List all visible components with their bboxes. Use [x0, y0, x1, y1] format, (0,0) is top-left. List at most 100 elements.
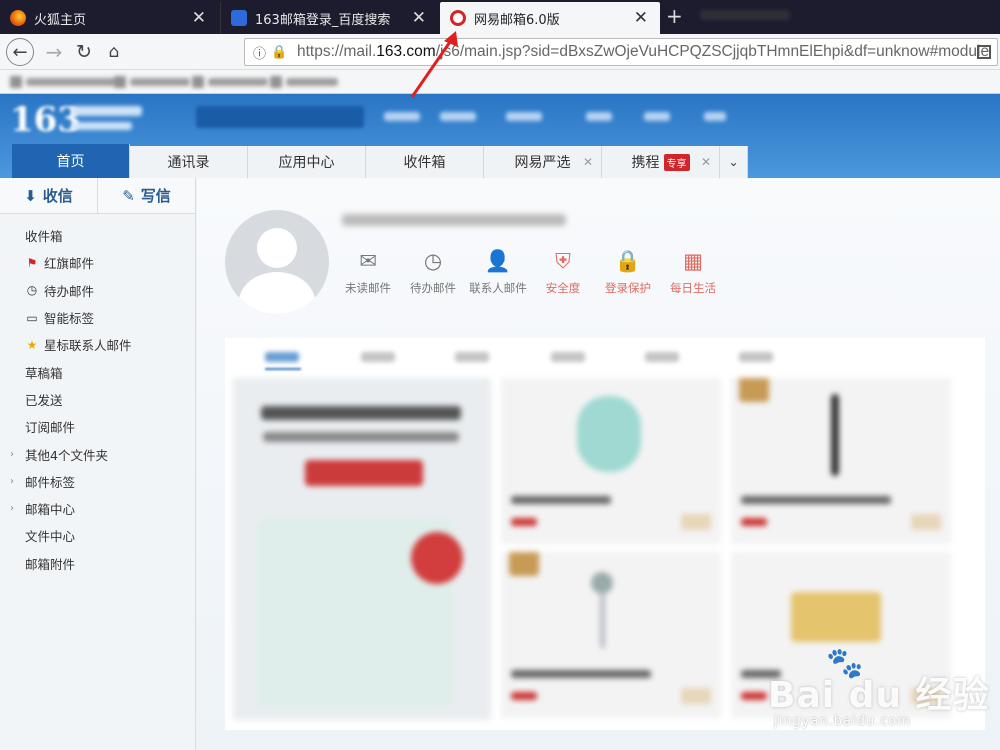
product-tile-showerhead[interactable] — [501, 552, 721, 718]
tag-icon: ▭ — [26, 310, 38, 325]
mail-header: 163 首页 通讯录 应用中心 收件箱 网易严选 ✕ 携程 专享 ✕ ⌄ — [0, 94, 1000, 178]
edit-icon: ✎ — [122, 186, 135, 205]
folder-subscriptions[interactable]: 订阅邮件 — [0, 413, 195, 440]
bookmark-item[interactable] — [192, 76, 268, 88]
browser-tab-netease-mail[interactable]: 网易邮箱6.0版 ✕ — [440, 2, 660, 34]
firefox-icon — [10, 10, 26, 26]
folder-drafts[interactable]: 草稿箱 — [0, 358, 195, 385]
header-link[interactable] — [506, 112, 542, 121]
lock-icon[interactable]: 🔒 — [271, 45, 289, 60]
header-link[interactable] — [704, 112, 726, 121]
clock-icon: ◷ — [423, 249, 443, 273]
expand-caret-icon[interactable]: › — [10, 503, 14, 514]
header-link[interactable] — [586, 112, 612, 121]
netease-163-logo[interactable]: 163 — [10, 100, 81, 140]
home-button[interactable]: ⌂ — [100, 38, 128, 66]
tab-yanxuan[interactable]: 网易严选 ✕ — [484, 146, 602, 178]
account-selector[interactable] — [196, 106, 364, 128]
greeting-text-blurred — [342, 214, 566, 226]
card-tab[interactable] — [551, 352, 585, 362]
browser-tab-baidu-search[interactable]: 163邮箱登录_百度搜索 ✕ — [220, 2, 438, 34]
card-tab-underline — [265, 368, 301, 370]
compose-bar: ⬇ 收信 ✎ 写信 — [0, 178, 195, 214]
forward-button[interactable]: → — [40, 38, 68, 66]
close-tab-icon[interactable]: ✕ — [634, 8, 648, 28]
close-tab-icon[interactable]: ✕ — [701, 155, 711, 169]
logo-subtitle — [72, 122, 132, 130]
browser-nav-bar: ← → ↻ ⌂ ⓘ 🔒 https://mail.163.com/js6/mai… — [0, 34, 1000, 70]
card-tab[interactable] — [455, 352, 489, 362]
promo-banner-blurred[interactable] — [233, 378, 491, 720]
main-content: ✉ 未读邮件 ◷ 待办邮件 👤 联系人邮件 ⛨ 安全度 🔒 登录保护 ▦ 每日生活 — [197, 178, 1000, 750]
write-mail-button[interactable]: ✎ 写信 — [98, 178, 195, 213]
expand-caret-icon[interactable]: › — [10, 476, 14, 487]
red-flag-icon: ⚑ — [26, 255, 38, 270]
folder-mailbox-center[interactable]: › 邮箱中心 — [0, 495, 195, 522]
baidu-paw-icon — [231, 10, 247, 26]
quick-links: ✉ 未读邮件 ◷ 待办邮件 👤 联系人邮件 ⛨ 安全度 🔒 登录保护 ▦ 每日生活 — [337, 248, 727, 296]
mail-tabs: 首页 通讯录 应用中心 收件箱 网易严选 ✕ 携程 专享 ✕ ⌄ — [12, 144, 748, 178]
avatar[interactable] — [225, 210, 329, 314]
calendar-icon: ▦ — [683, 249, 703, 273]
tab-contacts[interactable]: 通讯录 — [130, 146, 248, 178]
contact-star-icon: 👤 — [484, 249, 512, 273]
avatar-body-shape — [239, 272, 315, 314]
header-link[interactable] — [440, 112, 476, 121]
reload-button[interactable]: ↻ — [70, 38, 98, 66]
tab-home[interactable]: 首页 — [12, 144, 130, 178]
netease-mail-icon — [450, 10, 466, 26]
header-link[interactable] — [644, 112, 670, 121]
product-tile-food[interactable] — [731, 552, 951, 718]
download-icon: ⬇ — [24, 186, 37, 205]
bookmark-item[interactable] — [114, 76, 190, 88]
tab-ctrip[interactable]: 携程 专享 ✕ — [602, 146, 720, 178]
url-text[interactable]: https://mail.163.com/js6/main.jsp?sid=dB… — [297, 43, 989, 61]
product-tile-slippers[interactable] — [501, 378, 721, 544]
folder-sent[interactable]: 已发送 — [0, 386, 195, 413]
folder-mail-tags[interactable]: › 邮件标签 — [0, 468, 195, 495]
receive-mail-button[interactable]: ⬇ 收信 — [0, 178, 98, 213]
header-link[interactable] — [384, 112, 420, 121]
browser-tab-label: 163邮箱登录_百度搜索 — [255, 12, 391, 28]
tab-inbox[interactable]: 收件箱 — [366, 146, 484, 178]
bookmark-item[interactable] — [10, 76, 116, 88]
product-tile-toothbrush[interactable] — [731, 378, 951, 544]
folder-red-flag[interactable]: ⚑ 红旗邮件 — [0, 249, 195, 276]
envelope-icon: ✉ — [359, 249, 377, 273]
close-tab-icon[interactable]: ✕ — [192, 8, 206, 28]
close-tab-icon[interactable]: ✕ — [412, 8, 426, 28]
quick-todo-mail[interactable]: ◷ 待办邮件 — [402, 248, 464, 296]
back-button[interactable]: ← — [6, 38, 34, 66]
exclusive-badge: 专享 — [663, 153, 690, 171]
folder-attachments[interactable]: 邮箱附件 — [0, 550, 195, 577]
quick-security-level[interactable]: ⛨ 安全度 — [532, 248, 594, 296]
card-tab[interactable] — [361, 352, 395, 362]
folder-inbox[interactable]: 收件箱 — [0, 222, 195, 249]
close-tab-icon[interactable]: ✕ — [583, 155, 593, 169]
bookmarks-bar — [0, 70, 1000, 94]
folder-todo[interactable]: ◷ 待办邮件 — [0, 277, 195, 304]
info-icon[interactable]: ⓘ — [253, 43, 271, 62]
browser-tab-firefox-home[interactable]: 火狐主页 ✕ — [0, 2, 218, 34]
card-tab[interactable] — [645, 352, 679, 362]
lock-icon: 🔒 — [614, 249, 642, 273]
qr-code-icon[interactable] — [977, 45, 991, 59]
quick-unread-mail[interactable]: ✉ 未读邮件 — [337, 248, 399, 296]
mail-sidebar: ⬇ 收信 ✎ 写信 收件箱 ⚑ 红旗邮件 ◷ 待办邮件 ▭ 智能标签 ★ 星标联系人邮件 草… — [0, 178, 196, 750]
folder-starred-contacts[interactable]: ★ 星标联系人邮件 — [0, 331, 195, 358]
bookmark-item[interactable] — [270, 76, 338, 88]
new-tab-button[interactable]: + — [666, 4, 683, 28]
folder-smart-tags[interactable]: ▭ 智能标签 — [0, 304, 195, 331]
folder-other-folders[interactable]: › 其他4个文件夹 — [0, 440, 195, 467]
folder-file-center[interactable]: 文件中心 — [0, 522, 195, 549]
card-tab[interactable] — [265, 352, 299, 362]
card-tab[interactable] — [739, 352, 773, 362]
browser-tab-label: 网易邮箱6.0版 — [474, 12, 560, 28]
quick-daily-life[interactable]: ▦ 每日生活 — [662, 248, 724, 296]
more-tabs-button[interactable]: ⌄ — [720, 146, 748, 178]
tab-app-center[interactable]: 应用中心 — [248, 146, 366, 178]
quick-contact-mail[interactable]: 👤 联系人邮件 — [467, 248, 529, 296]
url-bar[interactable]: ⓘ 🔒 https://mail.163.com/js6/main.jsp?si… — [244, 38, 998, 66]
quick-login-protection[interactable]: 🔒 登录保护 — [597, 248, 659, 296]
expand-caret-icon[interactable]: › — [10, 449, 14, 460]
